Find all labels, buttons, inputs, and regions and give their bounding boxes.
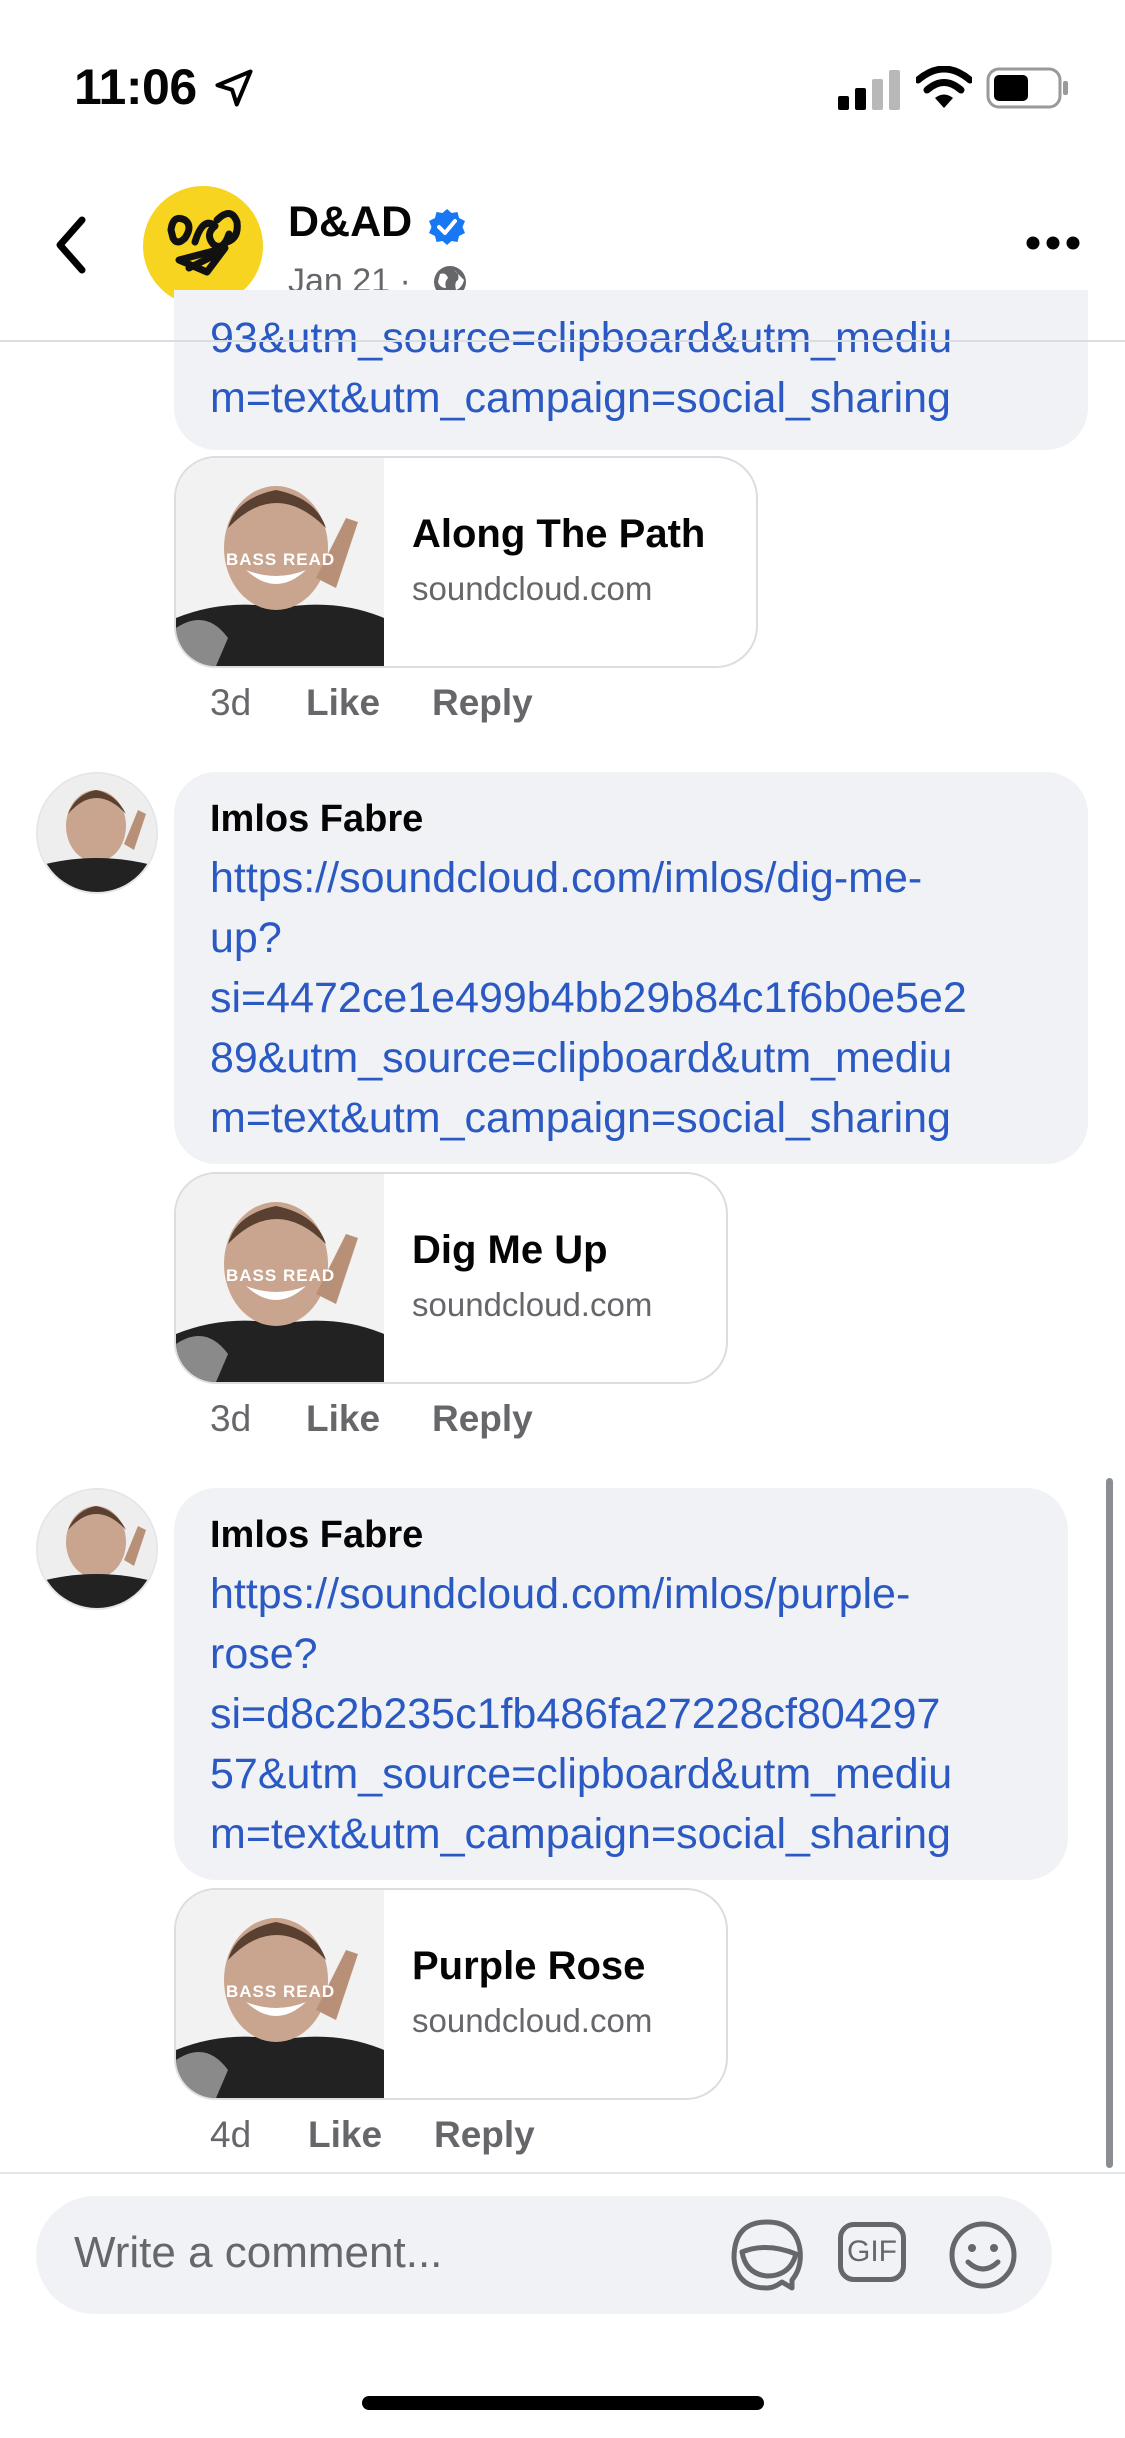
- like-button[interactable]: Like: [308, 2114, 382, 2156]
- link-line: m=text&utm_campaign=social_sharing: [210, 1094, 951, 1142]
- emoji-icon[interactable]: [948, 2220, 1018, 2290]
- link-preview-card[interactable]: BASS READ Along The Path soundcloud.com: [174, 456, 758, 668]
- battery-icon: [986, 67, 1068, 109]
- status-time: 11:06: [74, 59, 197, 115]
- thumb-overlay-text: BASS READ: [226, 1266, 336, 1285]
- header-divider: [0, 340, 1125, 342]
- commenter-avatar[interactable]: [36, 772, 158, 894]
- track-artwork: BASS READ: [176, 1174, 384, 1382]
- track-artwork: BASS READ: [176, 458, 384, 666]
- comment-author[interactable]: Imlos Fabre: [210, 798, 423, 841]
- link-line: rose?: [210, 1630, 318, 1678]
- link-preview-card[interactable]: BASS READ Purple Rose soundcloud.com: [174, 1888, 728, 2100]
- card-title: Dig Me Up: [412, 1228, 608, 1272]
- reply-button[interactable]: Reply: [434, 2114, 535, 2156]
- card-domain: soundcloud.com: [412, 2002, 653, 2039]
- link-line: 57&utm_source=clipboard&utm_mediu: [210, 1750, 953, 1798]
- page-avatar[interactable]: [143, 186, 263, 306]
- gif-label: GIF: [847, 2235, 897, 2268]
- comment-link[interactable]: https://soundcloud.com/imlos/purple- ros…: [210, 1564, 1070, 1864]
- link-preview-card[interactable]: BASS READ Dig Me Up soundcloud.com: [174, 1172, 728, 1384]
- comment-link[interactable]: https://soundcloud.com/imlos/dig-me- up?…: [210, 848, 1090, 1148]
- track-artwork: BASS READ: [176, 1890, 384, 2098]
- scrollbar[interactable]: [1106, 1478, 1113, 2168]
- comment-composer: GIF: [36, 2196, 1052, 2314]
- commenter-photo-icon: [38, 1490, 156, 1608]
- page-name[interactable]: D&AD: [288, 198, 412, 247]
- home-indicator: [362, 2396, 764, 2410]
- wifi-icon: [916, 66, 972, 108]
- like-button[interactable]: Like: [306, 682, 380, 724]
- link-line: m=text&utm_campaign=social_sharing: [210, 1810, 951, 1858]
- comment-author[interactable]: Imlos Fabre: [210, 1514, 423, 1557]
- thumb-overlay-text: BASS READ: [226, 550, 336, 569]
- location-arrow-icon: [215, 69, 253, 107]
- verified-badge-icon: [429, 209, 465, 245]
- card-title: Along The Path: [412, 512, 706, 556]
- link-line: si=d8c2b235c1fb486fa27228cf804297: [210, 1690, 941, 1738]
- reply-button[interactable]: Reply: [432, 1398, 533, 1440]
- link-line: https://soundcloud.com/imlos/dig-me-: [210, 854, 923, 902]
- link-line: 89&utm_source=clipboard&utm_mediu: [210, 1034, 953, 1082]
- link-line: up?: [210, 914, 282, 962]
- link-line: 93&utm_source=clipboard&utm_mediu: [210, 314, 953, 362]
- back-chevron-icon[interactable]: [50, 214, 92, 276]
- comment-age: 3d: [210, 1398, 252, 1439]
- card-domain: soundcloud.com: [412, 1286, 653, 1323]
- comment-age: 4d: [210, 2114, 252, 2155]
- like-button[interactable]: Like: [306, 1398, 380, 1440]
- more-icon[interactable]: [1026, 236, 1080, 250]
- link-line: m=text&utm_campaign=social_sharing: [210, 374, 951, 422]
- card-title: Purple Rose: [412, 1944, 646, 1988]
- card-domain: soundcloud.com: [412, 570, 653, 607]
- signal-icon: [838, 70, 900, 110]
- gif-button[interactable]: GIF: [838, 2222, 906, 2282]
- dandad-logo-icon: [167, 210, 241, 276]
- thumb-overlay-text: BASS READ: [226, 1982, 336, 2001]
- comment-input[interactable]: [72, 2222, 726, 2284]
- comment-link[interactable]: 93&utm_source=clipboard&utm_mediu m=text…: [210, 310, 1090, 428]
- commenter-avatar[interactable]: [36, 1488, 158, 1610]
- reply-button[interactable]: Reply: [432, 682, 533, 724]
- link-line: si=4472ce1e499b4bb29b84c1f6b0e5e2: [210, 974, 967, 1022]
- commenter-photo-icon: [38, 774, 156, 892]
- comment-age: 3d: [210, 682, 252, 723]
- link-line: https://soundcloud.com/imlos/purple-: [210, 1570, 911, 1618]
- sticker-icon[interactable]: [730, 2218, 804, 2292]
